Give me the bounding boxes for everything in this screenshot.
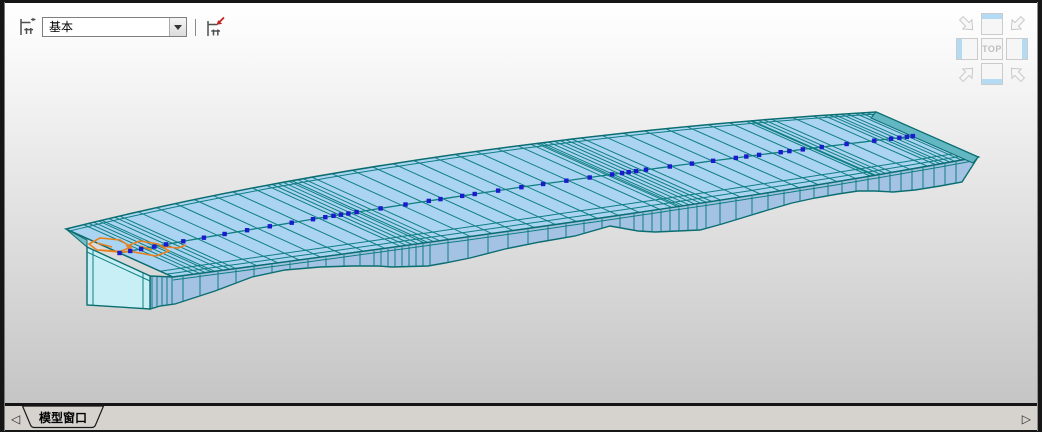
node (128, 248, 133, 254)
node (897, 135, 902, 140)
node (619, 170, 625, 176)
rotate-view-down-left-button[interactable] (1006, 13, 1028, 35)
window-tab-bar: ◁ 模型窗口 ▷ (5, 403, 1037, 430)
node (426, 198, 431, 204)
node (744, 154, 749, 159)
node (117, 250, 122, 256)
named-plane-icon[interactable] (16, 15, 40, 39)
node (756, 152, 762, 158)
node (472, 191, 477, 197)
model-window-frame: 基本 TOP ◁ 模型窗口 ▷ (0, 0, 1042, 432)
node (310, 217, 316, 222)
bridge-deck-top-surface (66, 112, 978, 277)
node (564, 178, 569, 183)
named-plane-toolbar: 基本 (16, 14, 227, 40)
bottom-view-button[interactable] (981, 63, 1003, 85)
node (267, 224, 272, 229)
node (346, 211, 351, 216)
node (904, 134, 910, 139)
tab-scroll-left-button[interactable]: ◁ (11, 412, 20, 426)
toolbar-separator (195, 18, 196, 36)
arrow-down-left-icon (1010, 15, 1026, 31)
node (152, 244, 157, 249)
node (222, 231, 227, 237)
node (800, 147, 805, 152)
node (163, 242, 169, 247)
arrow-up-left-icon (1010, 67, 1026, 83)
node (778, 150, 783, 155)
node (633, 168, 639, 174)
node (787, 148, 792, 154)
node (201, 235, 207, 240)
front-view-button[interactable] (981, 13, 1003, 35)
node (378, 206, 383, 211)
tab-model-window[interactable]: 模型窗口 (22, 406, 104, 429)
rotate-view-down-right-button[interactable] (956, 13, 978, 35)
node (438, 196, 443, 202)
node (710, 158, 716, 163)
model-canvas[interactable] (5, 3, 1037, 403)
top-view-label: TOP (982, 44, 1002, 54)
model-viewport[interactable]: 基本 TOP (5, 3, 1037, 403)
chevron-down-icon[interactable] (169, 18, 186, 36)
node (587, 175, 592, 180)
tab-model-window-label: 模型窗口 (38, 411, 87, 425)
named-plane-apply-icon[interactable] (203, 15, 227, 39)
named-plane-combo[interactable]: 基本 (42, 17, 187, 37)
node (403, 202, 408, 207)
rotate-view-up-right-button[interactable] (956, 63, 978, 85)
node (609, 172, 615, 177)
top-view-button[interactable]: TOP (981, 38, 1003, 60)
node (331, 213, 336, 218)
tab-scroll-right-button[interactable]: ▷ (1022, 412, 1031, 426)
node (181, 239, 186, 244)
node (354, 209, 359, 215)
node (733, 155, 738, 161)
arrow-up-right-icon (958, 67, 974, 83)
node (244, 228, 250, 233)
node (888, 136, 894, 141)
rotate-view-up-left-button[interactable] (1006, 63, 1028, 85)
node (540, 181, 546, 187)
node (519, 185, 524, 190)
node (460, 193, 465, 199)
node (819, 144, 824, 150)
red-arrow-overlay (216, 16, 225, 25)
node (289, 220, 294, 225)
node (626, 169, 631, 175)
node (667, 164, 672, 169)
named-plane-combo-value: 基本 (49, 20, 74, 34)
node (872, 138, 877, 143)
node (844, 141, 849, 147)
arrow-down-right-icon (958, 15, 974, 31)
node (910, 133, 916, 139)
node (138, 246, 144, 252)
left-view-button[interactable] (956, 38, 978, 60)
view-orientation-control: TOP (956, 13, 1028, 85)
node (323, 215, 328, 220)
right-view-button[interactable] (1006, 38, 1028, 60)
node (643, 167, 649, 172)
model-window-client: 基本 TOP ◁ 模型窗口 ▷ (5, 3, 1037, 430)
node (689, 161, 695, 166)
node (495, 188, 501, 193)
node (338, 212, 344, 217)
